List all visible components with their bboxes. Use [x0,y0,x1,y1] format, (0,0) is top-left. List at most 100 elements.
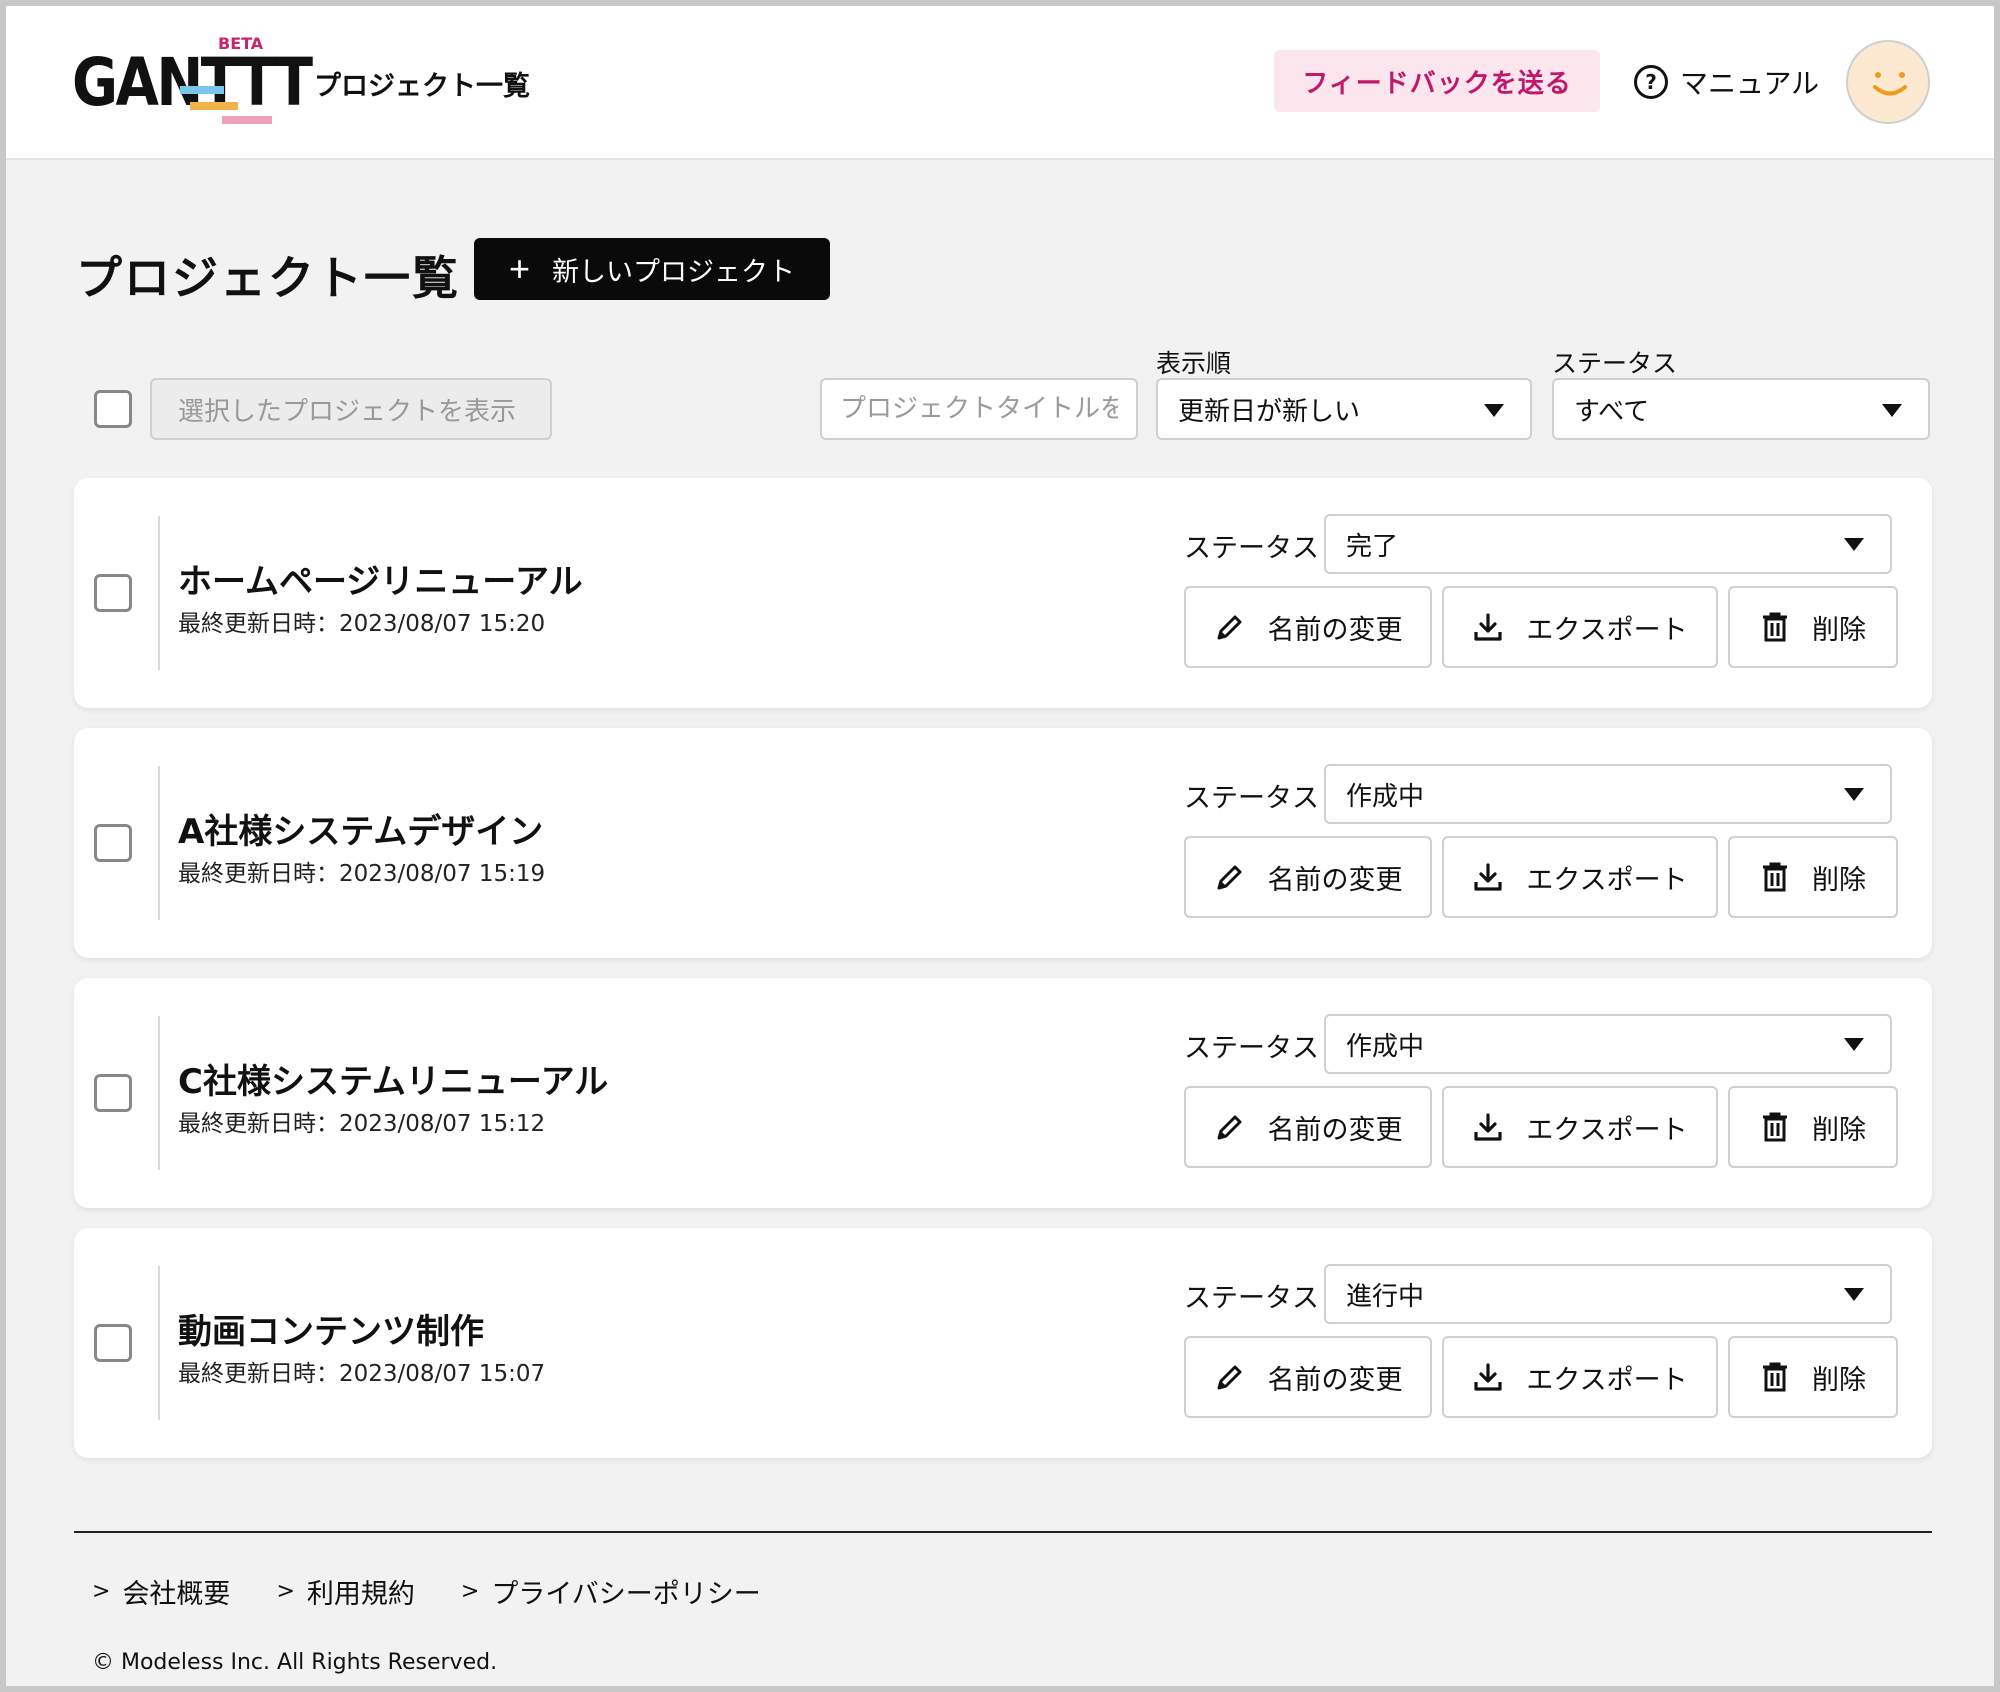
project-status-value: 完了 [1346,531,1399,562]
rename-button[interactable]: 名前の変更 [1184,1336,1432,1418]
rename-label: 名前の変更 [1267,614,1403,646]
project-card: C社様システムリニューアル 最終更新日時：2023/08/07 15:12 ステ… [74,978,1932,1208]
rename-label: 名前の変更 [1267,1114,1403,1146]
smiley-icon [1873,72,1907,96]
sort-label: 表示順 [1156,349,1232,378]
project-updated: 最終更新日時：2023/08/07 15:07 [178,1361,546,1387]
footer-link-company[interactable]: > 会社概要 [92,1572,230,1611]
status-filter-select[interactable]: すべて [1552,378,1930,440]
plus-icon: + [508,248,531,289]
rename-button[interactable]: 名前の変更 [1184,836,1432,918]
delete-button[interactable]: 削除 [1728,586,1898,668]
delete-button[interactable]: 削除 [1728,1336,1898,1418]
header-page-title: プロジェクト一覧 [314,71,530,102]
footer-link-label: 利用規約 [306,1579,415,1610]
project-checkbox[interactable] [94,574,132,612]
delete-button[interactable]: 削除 [1728,1086,1898,1168]
pencil-icon [1217,1115,1241,1140]
delete-button[interactable]: 削除 [1728,836,1898,918]
export-label: エクスポート [1526,614,1688,646]
rename-button[interactable]: 名前の変更 [1184,586,1432,668]
triangle-down-icon [1844,788,1864,801]
copyright: © Modeless Inc. All Rights Reserved. [92,1650,498,1675]
footer-link-terms[interactable]: > 利用規約 [276,1572,414,1611]
footer-link-label: プライバシーポリシー [491,1579,761,1610]
feedback-button[interactable]: フィードバックを送る [1274,50,1600,112]
project-status-select[interactable]: 完了 [1324,514,1892,574]
project-updated: 最終更新日時：2023/08/07 15:20 [178,611,546,637]
avatar[interactable] [1846,40,1930,124]
chevron-right-icon: > [92,1579,111,1604]
pencil-icon [1217,865,1241,890]
chevron-right-icon: > [460,1579,480,1604]
rename-label: 名前の変更 [1267,1364,1403,1396]
project-status-label: ステータス [1184,783,1319,814]
export-label: エクスポート [1526,864,1688,896]
project-status-select[interactable]: 進行中 [1324,1264,1892,1324]
project-updated: 最終更新日時：2023/08/07 15:19 [178,861,546,887]
page-title: プロジェクト一覧 [76,251,460,305]
pencil-icon [1217,615,1241,640]
trash-icon [1763,1362,1787,1392]
rename-button[interactable]: 名前の変更 [1184,1086,1432,1168]
project-status-select[interactable]: 作成中 [1324,1014,1892,1074]
export-button[interactable]: エクスポート [1442,586,1718,668]
card-divider [158,1266,160,1420]
footer-divider [74,1531,1932,1533]
question-circle-icon: ? [1634,65,1668,99]
export-button[interactable]: エクスポート [1442,1336,1718,1418]
download-icon [1474,1363,1502,1391]
triangle-down-icon [1484,404,1504,417]
card-divider [158,1016,160,1170]
sort-value: 更新日が新しい [1178,396,1361,427]
manual-link[interactable]: ? マニュアル [1634,60,1819,104]
manual-label: マニュアル [1680,67,1820,100]
export-label: エクスポート [1526,1364,1688,1396]
export-button[interactable]: エクスポート [1442,1086,1718,1168]
project-title[interactable]: A社様システムデザイン [178,804,543,853]
download-icon [1474,1113,1502,1141]
card-divider [158,516,160,670]
project-checkbox[interactable] [94,1324,132,1362]
delete-label: 削除 [1812,864,1866,896]
ganttt-logo[interactable]: GANTTT BETA [72,34,313,134]
top-header: GANTTT BETA プロジェクト一覧 フィードバックを送る ? マニュアル [6,6,1994,160]
card-divider [158,766,160,920]
status-filter-label: ステータス [1552,349,1678,378]
project-card: A社様システムデザイン 最終更新日時：2023/08/07 15:19 ステータ… [74,728,1932,958]
project-status-label: ステータス [1184,1283,1319,1314]
logo-bar [190,102,238,110]
trash-icon [1763,862,1787,892]
footer-link-label: 会社概要 [122,1579,231,1610]
project-status-label: ステータス [1184,1033,1319,1064]
rename-label: 名前の変更 [1267,864,1403,896]
project-title[interactable]: 動画コンテンツ制作 [178,1304,484,1353]
new-project-button[interactable]: + 新しいプロジェクト [474,238,830,300]
project-title[interactable]: C社様システムリニューアル [178,1054,608,1103]
sort-select[interactable]: 更新日が新しい [1156,378,1532,440]
triangle-down-icon [1844,1288,1864,1301]
project-status-value: 作成中 [1346,1031,1425,1062]
delete-label: 削除 [1812,614,1866,646]
project-status-value: 進行中 [1346,1281,1425,1312]
footer-link-privacy[interactable]: > プライバシーポリシー [461,1572,761,1611]
project-title[interactable]: ホームページリニューアル [178,554,583,603]
app-window: GANTTT BETA プロジェクト一覧 フィードバックを送る ? マニュアル … [6,6,1994,1686]
delete-label: 削除 [1812,1364,1866,1396]
show-selected-button[interactable]: 選択したプロジェクトを表示 [150,378,552,440]
footer-nav: > 会社概要 > 利用規約 > プライバシーポリシー [92,1572,807,1611]
select-all-checkbox[interactable] [94,390,132,428]
triangle-down-icon [1844,1038,1864,1051]
logo-bar [180,86,224,94]
beta-badge: BETA [218,34,264,53]
project-checkbox[interactable] [94,824,132,862]
project-status-label: ステータス [1184,533,1319,564]
search-input[interactable] [820,378,1138,440]
chevron-right-icon: > [276,1579,295,1604]
project-checkbox[interactable] [94,1074,132,1112]
status-filter-value: すべて [1574,396,1650,427]
export-button[interactable]: エクスポート [1442,836,1718,918]
project-status-select[interactable]: 作成中 [1324,764,1892,824]
project-status-value: 作成中 [1346,781,1425,812]
export-label: エクスポート [1526,1114,1688,1146]
